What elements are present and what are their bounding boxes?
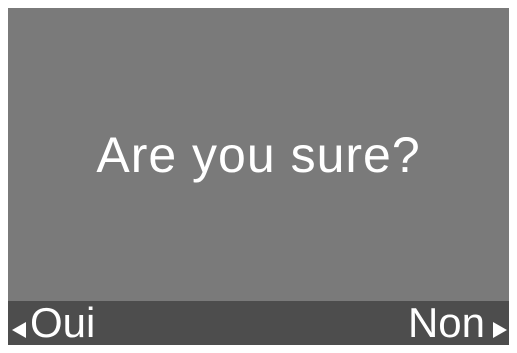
- triangle-right-icon: [493, 322, 507, 338]
- confirmation-message: Are you sure?: [96, 126, 421, 183]
- softkey-bar: Oui Non: [8, 299, 509, 345]
- non-softkey[interactable]: Non: [407, 299, 507, 345]
- non-label: Non: [407, 299, 485, 345]
- device-screen: Are you sure? Oui Non: [8, 8, 509, 345]
- triangle-left-icon: [12, 322, 26, 338]
- oui-label: Oui: [30, 299, 96, 345]
- oui-softkey[interactable]: Oui: [12, 299, 96, 345]
